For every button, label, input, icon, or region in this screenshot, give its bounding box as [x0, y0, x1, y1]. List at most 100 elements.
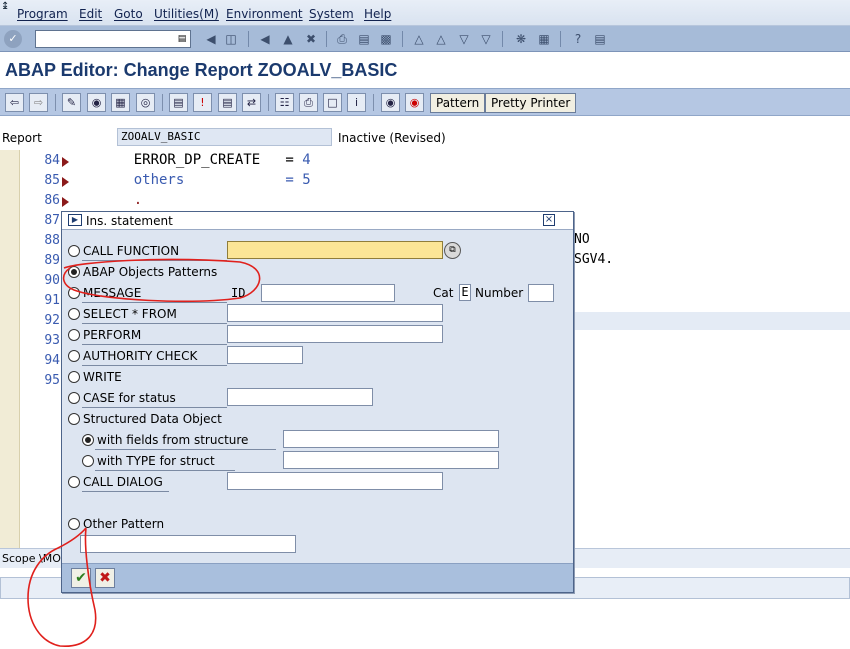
message-number-text[interactable] [529, 285, 553, 301]
layout-icon[interactable]: ▤ [592, 31, 608, 47]
perform-input[interactable] [227, 325, 443, 343]
radio-button-selected[interactable] [82, 434, 94, 446]
menu-edit[interactable]: Edit [79, 7, 102, 21]
radio-button[interactable] [68, 287, 80, 299]
where-used-icon[interactable]: ! [193, 93, 212, 112]
info-icon[interactable]: i [347, 93, 366, 112]
perform-text[interactable] [228, 326, 442, 342]
continue-check-icon[interactable]: ✔ [71, 568, 91, 588]
option-other-pattern[interactable]: Other Pattern [68, 516, 228, 534]
function-name-input[interactable] [227, 241, 443, 259]
toolbar-separator [326, 31, 327, 47]
radio-button[interactable] [68, 518, 80, 530]
next-page-icon[interactable]: ▽ [456, 31, 472, 47]
previous-page-icon[interactable]: △ [433, 31, 449, 47]
authority-object-text[interactable] [228, 347, 302, 363]
select-table-input[interactable] [227, 304, 443, 322]
message-cat-field[interactable]: E [459, 284, 471, 301]
call-dialog-input[interactable] [227, 472, 443, 490]
hierarchy-icon[interactable]: ☷ [275, 93, 294, 112]
cancel-icon[interactable]: ✖ [303, 31, 319, 47]
help-icon[interactable]: ? [570, 31, 586, 47]
command-field[interactable]: ▤ [35, 30, 191, 48]
enter-icon[interactable]: ✓ [4, 30, 22, 48]
pattern-button[interactable]: Pattern [430, 93, 486, 113]
find-icon[interactable]: ▤ [356, 31, 372, 47]
option-message[interactable]: MESSAGE [68, 285, 228, 303]
collapse-icon[interactable]: ◀ [203, 31, 219, 47]
menu-utilities[interactable]: Utilities(M) [154, 7, 219, 21]
radio-button[interactable] [68, 413, 80, 425]
menu-goto[interactable]: Goto [114, 7, 143, 21]
radio-button-selected[interactable] [68, 266, 80, 278]
find-next-icon[interactable]: ▩ [378, 31, 394, 47]
pretty-printer-button[interactable]: Pretty Printer [485, 93, 577, 113]
radio-button[interactable] [68, 350, 80, 362]
option-perform[interactable]: PERFORM [68, 327, 228, 345]
option-with-type-for-struct[interactable]: with TYPE for struct [82, 453, 282, 471]
save-icon[interactable]: ◫ [223, 31, 239, 47]
authority-object-input[interactable] [227, 346, 303, 364]
radio-button[interactable] [68, 308, 80, 320]
call-dialog-text[interactable] [228, 473, 442, 489]
menu-help[interactable]: Help [364, 7, 391, 21]
function-name-text[interactable] [228, 242, 442, 258]
option-with-fields-from-structure[interactable]: with fields from structure [82, 432, 282, 450]
first-page-icon[interactable]: △ [411, 31, 427, 47]
menu-program[interactable]: Program [17, 7, 68, 21]
select-table-text[interactable] [228, 305, 442, 321]
activate-icon[interactable]: ◎ [136, 93, 155, 112]
message-number-input[interactable] [528, 284, 554, 302]
option-call-dialog[interactable]: CALL DIALOG [68, 474, 228, 492]
option-call-function[interactable]: CALL FUNCTION [68, 243, 228, 261]
object-list-icon[interactable]: ▤ [218, 93, 237, 112]
other-pattern-text[interactable] [81, 536, 295, 552]
delete-breakpoint-icon[interactable]: ◉ [405, 93, 424, 112]
new-session-icon[interactable]: ❋ [513, 31, 529, 47]
menu-environment[interactable]: Environment [226, 7, 303, 21]
radio-button[interactable] [68, 392, 80, 404]
command-input[interactable] [36, 31, 174, 47]
command-history-icon[interactable]: ▤ [176, 32, 188, 46]
option-authority-check[interactable]: AUTHORITY CHECK [68, 348, 228, 366]
value-help-icon[interactable]: ⧉ [444, 242, 461, 259]
exit-icon[interactable]: ▲ [280, 31, 296, 47]
option-structured-data-object[interactable]: Structured Data Object [68, 411, 228, 429]
case-status-text[interactable] [228, 389, 372, 405]
fields-structure-input[interactable] [283, 430, 499, 448]
print-program-icon[interactable]: ⎙ [299, 93, 318, 112]
option-abap-objects-patterns[interactable]: ABAP Objects Patterns [68, 264, 228, 282]
arrow-right-icon[interactable]: ⇨ [29, 93, 48, 112]
radio-button[interactable] [68, 371, 80, 383]
display-change-icon[interactable]: ✎ [62, 93, 81, 112]
shortcut-icon[interactable]: ▦ [536, 31, 552, 47]
radio-button[interactable] [68, 476, 80, 488]
fullscreen-icon[interactable]: □ [323, 93, 342, 112]
type-struct-text[interactable] [284, 452, 498, 468]
option-write[interactable]: WRITE [68, 369, 228, 387]
fields-structure-text[interactable] [284, 431, 498, 447]
back-icon[interactable]: ◀ [257, 31, 273, 47]
window-menu-icon[interactable]: ↨ [1, 1, 9, 12]
check-icon[interactable]: ▦ [111, 93, 130, 112]
message-id-input[interactable] [261, 284, 395, 302]
cancel-x-icon[interactable]: ✖ [95, 568, 115, 588]
set-breakpoint-icon[interactable]: ◉ [381, 93, 400, 112]
menu-system[interactable]: System [309, 7, 354, 21]
arrow-left-icon[interactable]: ⇦ [5, 93, 24, 112]
option-case-for-status[interactable]: CASE for status [68, 390, 228, 408]
option-select-from[interactable]: SELECT * FROM [68, 306, 228, 324]
navigation-window-icon[interactable]: ⇄ [242, 93, 261, 112]
radio-button[interactable] [82, 455, 94, 467]
test-icon[interactable]: ▤ [169, 93, 188, 112]
message-id-text[interactable] [262, 285, 394, 301]
last-page-icon[interactable]: ▽ [478, 31, 494, 47]
other-pattern-input[interactable] [80, 535, 296, 553]
print-icon[interactable]: ⎙ [334, 31, 350, 47]
active-inactive-icon[interactable]: ◉ [87, 93, 106, 112]
type-struct-input[interactable] [283, 451, 499, 469]
close-icon[interactable]: × [543, 214, 555, 226]
radio-button[interactable] [68, 329, 80, 341]
radio-button[interactable] [68, 245, 80, 257]
case-status-input[interactable] [227, 388, 373, 406]
